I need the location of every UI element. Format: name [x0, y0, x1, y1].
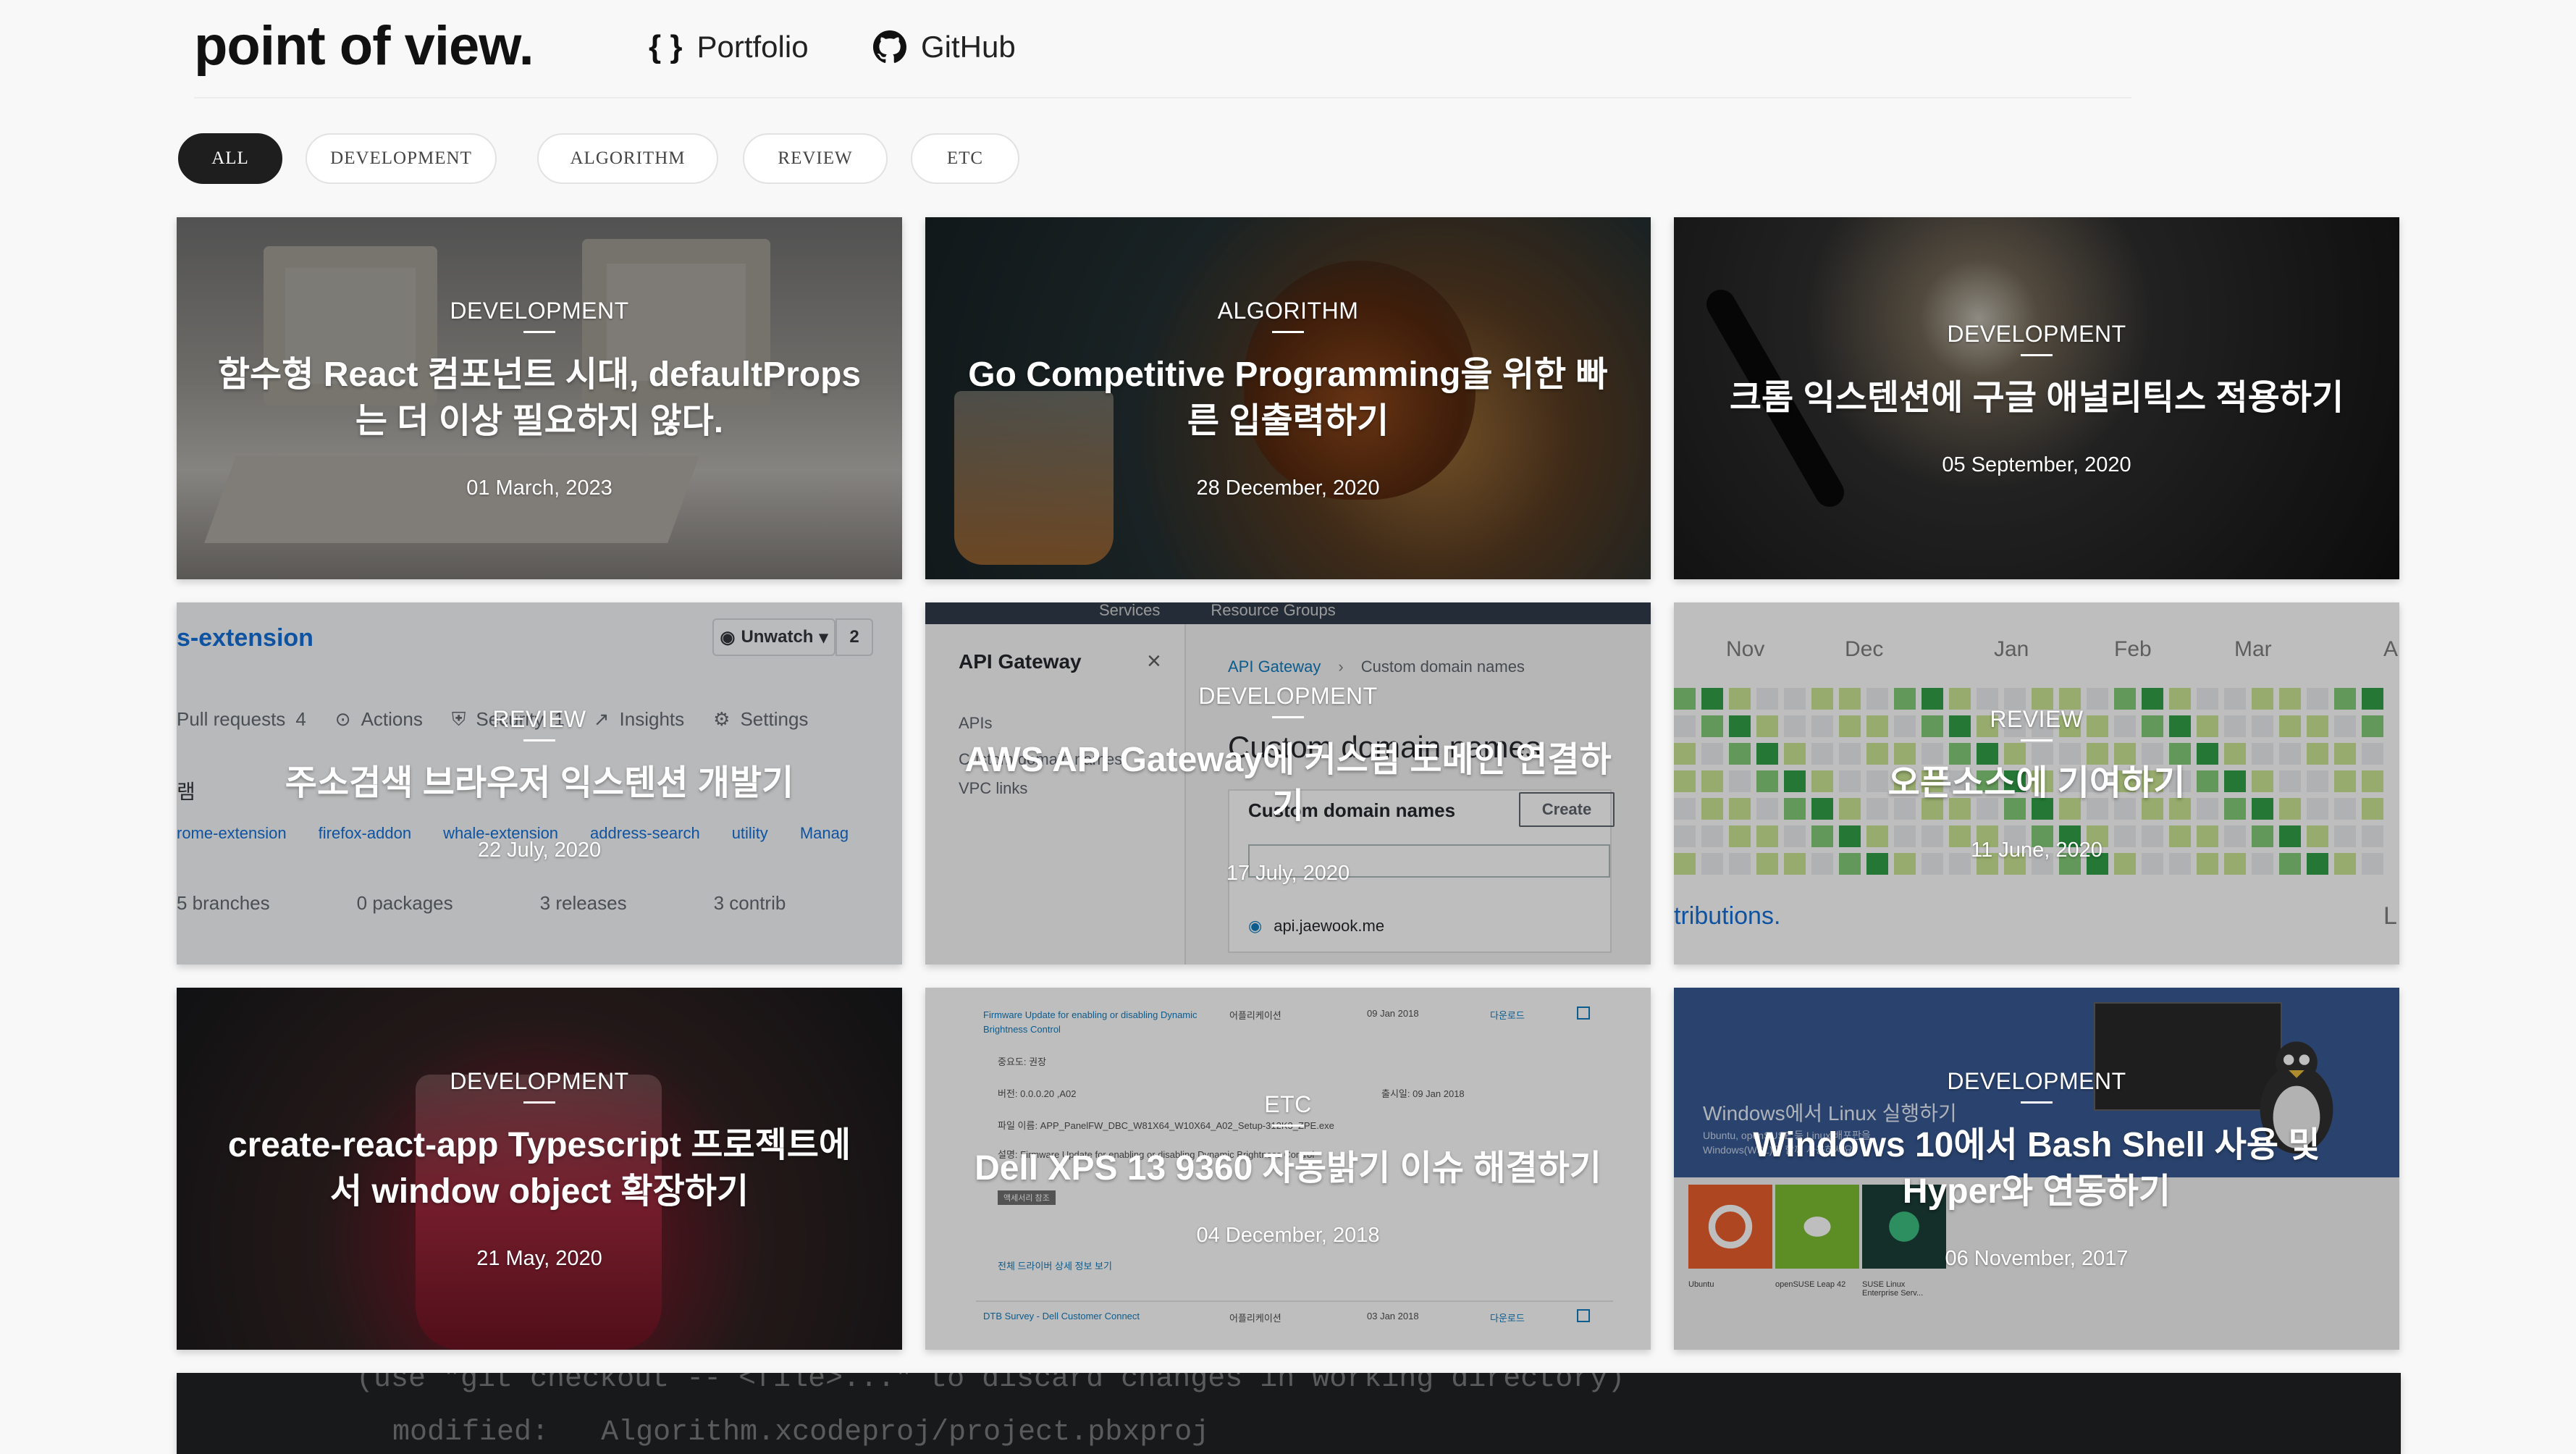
filter-review[interactable]: REVIEW — [743, 133, 888, 184]
post-date: 17 July, 2020 — [1226, 862, 1350, 885]
post-title: 주소검색 브라우저 익스텐션 개발기 — [285, 764, 794, 802]
post-category: REVIEW — [1990, 706, 2084, 732]
post-date: 04 December, 2018 — [1196, 1224, 1380, 1247]
post-date: 06 November, 2017 — [1945, 1247, 2129, 1270]
filter-etc[interactable]: ETC — [911, 133, 1019, 184]
post-card[interactable]: s-extension ◉ Unwatch ▾ 2 Pull requests 4 ⊙… — [177, 602, 902, 965]
post-date: 28 December, 2020 — [1196, 476, 1380, 500]
github-icon — [873, 30, 906, 64]
nav-github-label: GitHub — [921, 30, 1016, 64]
post-card[interactable]: DEVELOPMENT 크롬 익스텐션에 구글 애널리틱스 적용하기 05 Se… — [1674, 217, 2399, 579]
post-card[interactable]: DEVELOPMENT create-react-app Typescript … — [177, 988, 902, 1350]
post-card[interactable]: Windows에서 Linux 실행하기 Ubuntu, openSUSE 등 … — [1674, 988, 2399, 1350]
post-title: 크롬 익스텐션에 구글 애널리틱스 적용하기 — [1729, 379, 2344, 417]
post-title: 함수형 React 컴포넌트 시대, defaultProps는 더 이상 필요… — [217, 356, 862, 440]
post-title: Go Competitive Programming을 위한 빠른 입출력하기 — [968, 356, 1608, 440]
post-title: Windows 10에서 Bash Shell 사용 및 Hyper와 연동하기 — [1753, 1126, 2320, 1211]
post-category: DEVELOPMENT — [1947, 321, 2126, 347]
post-card[interactable]: DEVELOPMENT 함수형 React 컴포넌트 시대, defaultPr… — [177, 217, 902, 579]
post-card[interactable]: (use "git checkout -- <file>..." to disc… — [177, 1373, 2401, 1454]
nav-github-link[interactable]: GitHub — [873, 22, 1016, 72]
post-title: Dell XPS 13 9360 자동밝기 이슈 해결하기 — [975, 1149, 1601, 1188]
post-category: ETC — [1264, 1091, 1312, 1117]
nav-portfolio-link[interactable]: { } Portfolio — [649, 22, 809, 72]
post-category: ALGORITHM — [1217, 298, 1359, 324]
post-category: DEVELOPMENT — [450, 298, 629, 324]
post-date: 22 July, 2020 — [477, 839, 602, 862]
filter-development[interactable]: DEVELOPMENT — [306, 133, 497, 184]
post-card[interactable]: ALGORITHM Go Competitive Programming을 위한… — [925, 217, 1651, 579]
post-title: 오픈소스에 기여하기 — [1887, 764, 2186, 802]
post-date: 01 March, 2023 — [466, 476, 613, 500]
nav-portfolio-label: Portfolio — [696, 30, 809, 64]
post-card[interactable]: Services Resource Groups API Gateway × AP… — [925, 602, 1651, 965]
post-date: 05 September, 2020 — [1942, 453, 2131, 476]
filter-algorithm[interactable]: ALGORITHM — [537, 133, 718, 184]
braces-icon: { } — [649, 29, 683, 64]
filter-all[interactable]: ALL — [178, 133, 282, 184]
post-date: 11 June, 2020 — [1971, 839, 2103, 862]
post-card[interactable]: Firmware Update for enabling or disablin… — [925, 988, 1651, 1350]
header-divider — [194, 97, 2131, 98]
site-header: point of view. { } Portfolio GitHub — [0, 0, 2576, 98]
post-category: REVIEW — [492, 706, 586, 732]
post-category: DEVELOPMENT — [1947, 1068, 2126, 1094]
post-card[interactable]: Nov Dec Jan Feb Mar A tributions. L REVI… — [1674, 602, 2399, 965]
post-title: create-react-app Typescript 프로젝트에서 windo… — [227, 1126, 851, 1211]
post-category: DEVELOPMENT — [1198, 683, 1378, 709]
post-category: DEVELOPMENT — [450, 1068, 629, 1094]
post-title: AWS API Gateway에 커스텀 도메인 연결하기 — [964, 741, 1612, 825]
post-date: 21 May, 2020 — [476, 1247, 602, 1270]
site-logo[interactable]: point of view. — [194, 10, 534, 83]
